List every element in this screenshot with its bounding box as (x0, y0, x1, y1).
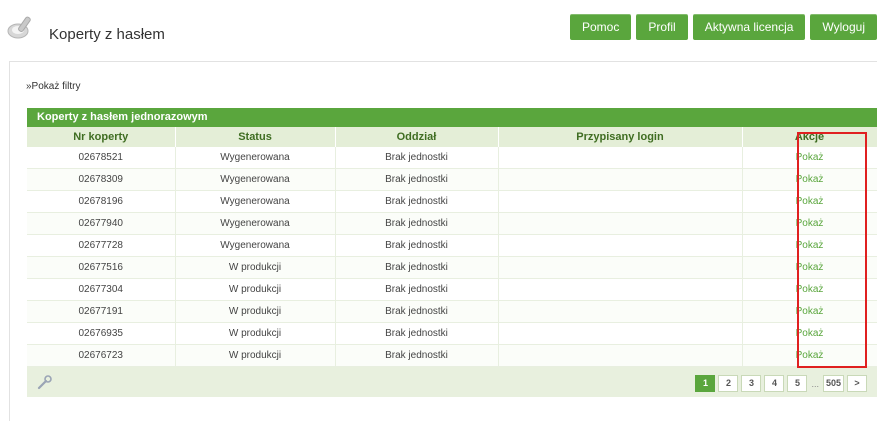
cell-status: Wygenerowana (175, 168, 336, 191)
cell-nr-koperty: 02677191 (27, 300, 176, 323)
cell-przypisany-login (498, 168, 743, 191)
table-row: 02677516 W produkcji Brak jednostki Pokaż (27, 256, 877, 279)
page-button-2[interactable]: 2 (718, 375, 739, 392)
cell-oddzial: Brak jednostki (335, 256, 499, 279)
show-link[interactable]: Pokaż (796, 328, 824, 339)
cell-akcje: Pokaż (742, 322, 877, 345)
show-filters-link[interactable]: »Pokaż filtry (26, 81, 80, 92)
cell-status: W produkcji (175, 322, 336, 345)
table-row: 02678521 Wygenerowana Brak jednostki Pokaż (27, 147, 877, 169)
col-status[interactable]: Status (175, 127, 336, 147)
cell-nr-koperty: 02678309 (27, 168, 176, 191)
page-button-5[interactable]: 5 (787, 375, 808, 392)
cell-nr-koperty: 02676723 (27, 344, 176, 367)
show-link[interactable]: Pokaż (796, 196, 824, 207)
cell-nr-koperty: 02677728 (27, 234, 176, 257)
table-row: 02677728 Wygenerowana Brak jednostki Pokaż (27, 234, 877, 257)
grid-title: Koperty z hasłem jednorazowym (27, 108, 877, 127)
page-button-last[interactable]: 505 (822, 375, 844, 392)
table-row: 02676935 W produkcji Brak jednostki Pokaż (27, 322, 877, 345)
table-row: 02677940 Wygenerowana Brak jednostki Pokaż (27, 212, 877, 235)
help-button[interactable]: Pomoc (570, 14, 632, 40)
show-link[interactable]: Pokaż (796, 306, 824, 317)
wrench-icon[interactable] (37, 374, 53, 390)
cell-przypisany-login (498, 212, 743, 235)
cell-status: Wygenerowana (175, 147, 336, 169)
col-akcje: Akcje (742, 127, 877, 147)
cell-oddzial: Brak jednostki (335, 168, 499, 191)
show-link[interactable]: Pokaż (796, 218, 824, 229)
cell-status: W produkcji (175, 344, 336, 367)
cell-oddzial: Brak jednostki (335, 147, 499, 169)
cell-przypisany-login (498, 256, 743, 279)
cell-akcje: Pokaż (742, 168, 877, 191)
header: Koperty z hasłem Pomoc Profil Aktywna li… (0, 0, 877, 52)
cell-oddzial: Brak jednostki (335, 322, 499, 345)
cell-nr-koperty: 02676935 (27, 322, 176, 345)
col-oddzial[interactable]: Oddział (335, 127, 499, 147)
page-button-1[interactable]: 1 (695, 375, 716, 392)
cell-przypisany-login (498, 234, 743, 257)
cell-przypisany-login (498, 278, 743, 301)
cell-oddzial: Brak jednostki (335, 278, 499, 301)
next-page-button[interactable]: > (847, 375, 867, 392)
envelopes-grid: Koperty z hasłem jednorazowym Nr koperty… (27, 108, 877, 397)
cell-akcje: Pokaż (742, 278, 877, 301)
cell-oddzial: Brak jednostki (335, 234, 499, 257)
cell-nr-koperty: 02678196 (27, 190, 176, 213)
envelopes-table: Nr koperty Status Oddział Przypisany log… (27, 127, 877, 367)
table-row: 02677304 W produkcji Brak jednostki Pokaż (27, 278, 877, 301)
table-header-row: Nr koperty Status Oddział Przypisany log… (27, 127, 877, 147)
cell-nr-koperty: 02678521 (27, 147, 176, 169)
cell-przypisany-login (498, 322, 743, 345)
table-row: 02678196 Wygenerowana Brak jednostki Pokaż (27, 190, 877, 213)
cell-oddzial: Brak jednostki (335, 300, 499, 323)
cell-status: W produkcji (175, 278, 336, 301)
show-link[interactable]: Pokaż (796, 350, 824, 361)
cell-oddzial: Brak jednostki (335, 212, 499, 235)
profile-button[interactable]: Profil (636, 14, 688, 40)
cell-akcje: Pokaż (742, 190, 877, 213)
table-row: 02676723 W produkcji Brak jednostki Pokaż (27, 344, 877, 367)
show-link[interactable]: Pokaż (796, 262, 824, 273)
logout-button[interactable]: Wyloguj (810, 14, 877, 40)
table-row: 02677191 W produkcji Brak jednostki Pokaż (27, 300, 877, 323)
cell-oddzial: Brak jednostki (335, 344, 499, 367)
license-button[interactable]: Aktywna licencja (692, 14, 806, 40)
show-link[interactable]: Pokaż (796, 284, 824, 295)
show-link[interactable]: Pokaż (796, 174, 824, 185)
page-button-3[interactable]: 3 (741, 375, 762, 392)
page-ellipsis: ... (811, 378, 819, 389)
col-przypisany-login[interactable]: Przypisany login (498, 127, 743, 147)
key-icon (7, 16, 31, 39)
cell-akcje: Pokaż (742, 147, 877, 169)
cell-status: W produkcji (175, 300, 336, 323)
cell-akcje: Pokaż (742, 234, 877, 257)
cell-status: Wygenerowana (175, 190, 336, 213)
table-row: 02678309 Wygenerowana Brak jednostki Pokaż (27, 168, 877, 191)
cell-przypisany-login (498, 147, 743, 169)
cell-akcje: Pokaż (742, 300, 877, 323)
cell-akcje: Pokaż (742, 256, 877, 279)
cell-oddzial: Brak jednostki (335, 190, 499, 213)
show-link[interactable]: Pokaż (796, 152, 824, 163)
cell-nr-koperty: 02677940 (27, 212, 176, 235)
pagination: 1 2 3 4 5 ... 505 > (695, 375, 867, 392)
show-link[interactable]: Pokaż (796, 240, 824, 251)
cell-akcje: Pokaż (742, 344, 877, 367)
cell-przypisany-login (498, 344, 743, 367)
cell-akcje: Pokaż (742, 212, 877, 235)
cell-przypisany-login (498, 190, 743, 213)
cell-status: W produkcji (175, 256, 336, 279)
page-title: Koperty z hasłem (49, 26, 165, 43)
cell-status: Wygenerowana (175, 212, 336, 235)
cell-status: Wygenerowana (175, 234, 336, 257)
grid-footer: 1 2 3 4 5 ... 505 > (27, 367, 877, 397)
cell-nr-koperty: 02677304 (27, 278, 176, 301)
cell-nr-koperty: 02677516 (27, 256, 176, 279)
cell-przypisany-login (498, 300, 743, 323)
col-nr-koperty[interactable]: Nr koperty (27, 127, 176, 147)
page-button-4[interactable]: 4 (764, 375, 785, 392)
top-nav: Pomoc Profil Aktywna licencja Wyloguj (570, 14, 877, 40)
